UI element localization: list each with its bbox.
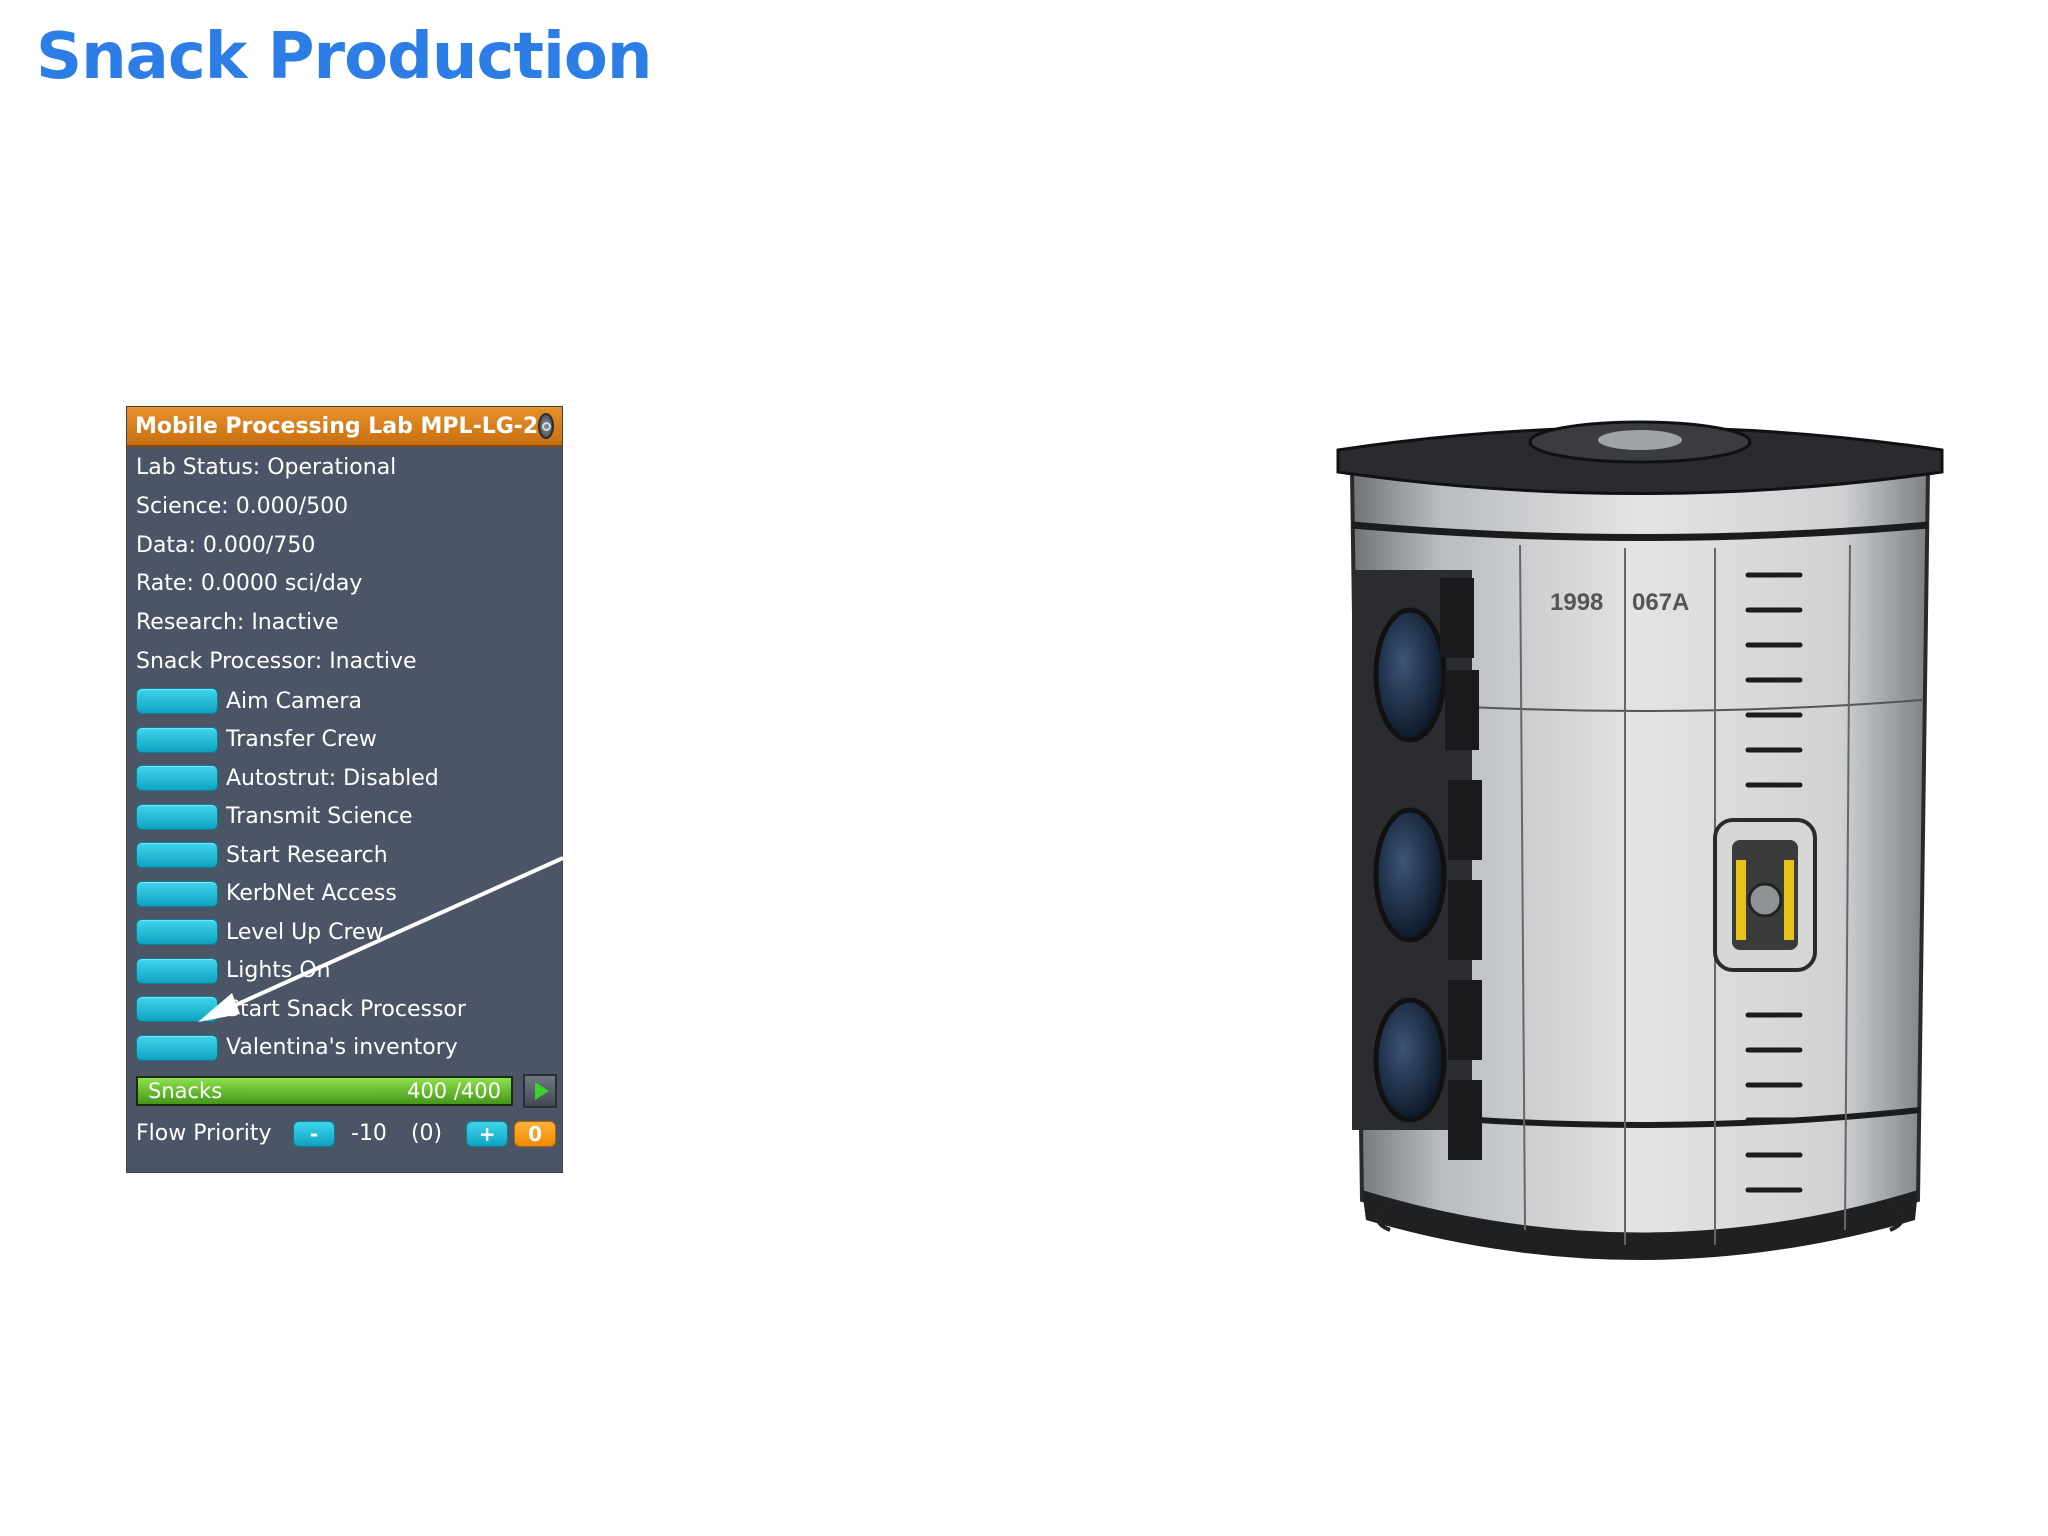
action-transfer-crew: Transfer Crew (127, 720, 562, 759)
aim-camera-button[interactable] (136, 688, 218, 715)
window-title: Mobile Processing Lab MPL-LG-2 (135, 413, 539, 439)
transfer-crew-button[interactable] (136, 726, 218, 753)
action-kerbnet-access: KerbNet Access (127, 874, 562, 913)
action-start-snack-processor: Start Snack Processor (127, 990, 562, 1029)
autostrut-button[interactable] (136, 765, 218, 792)
page-title: Snack Production (36, 20, 652, 94)
transmit-science-button[interactable] (136, 803, 218, 830)
rate-status: Rate: 0.0000 sci/day (136, 571, 363, 597)
action-aim-camera: Aim Camera (127, 682, 562, 721)
action-label: Aim Camera (226, 688, 362, 714)
priority-default: (0) (410, 1121, 443, 1147)
data-status: Data: 0.000/750 (136, 532, 316, 558)
play-icon[interactable] (523, 1073, 557, 1108)
window-header[interactable]: Mobile Processing Lab MPL-LG-2 (127, 407, 562, 447)
research-status: Research: Inactive (136, 610, 339, 636)
action-label: Autostrut: Disabled (226, 765, 439, 791)
inventory-button[interactable] (136, 1034, 218, 1061)
action-label: Start Snack Processor (226, 996, 466, 1022)
flow-priority-row: Flow Priority - -10 (0) + 0 (127, 1113, 562, 1155)
action-autostrut: Autostrut: Disabled (127, 759, 562, 798)
lights-on-button[interactable] (136, 957, 218, 984)
svg-text:1998: 1998 (1550, 589, 1603, 616)
increase-priority-button[interactable]: + (466, 1120, 509, 1147)
snack-processor-status: Snack Processor: Inactive (136, 648, 417, 674)
snacks-resource-bar[interactable]: Snacks 400 /400 (136, 1075, 513, 1106)
decrease-priority-button[interactable]: - (293, 1120, 335, 1147)
action-label: KerbNet Access (226, 881, 397, 907)
action-label: Transfer Crew (226, 727, 377, 753)
reset-priority-button[interactable]: 0 (514, 1120, 557, 1147)
action-inventory: Valentina's inventory (127, 1028, 562, 1067)
action-label: Level Up Crew (226, 919, 384, 945)
action-label: Valentina's inventory (226, 1035, 458, 1061)
resource-name: Snacks (148, 1078, 223, 1103)
science-status: Science: 0.000/500 (136, 493, 349, 519)
priority-value: -10 (351, 1121, 387, 1147)
action-transmit-science: Transmit Science (127, 797, 562, 836)
action-level-up-crew: Level Up Crew (127, 913, 562, 952)
action-lights-on: Lights On (127, 951, 562, 990)
lab-status: Lab Status: Operational (136, 455, 397, 480)
action-label: Transmit Science (226, 804, 413, 830)
kerbnet-access-button[interactable] (136, 880, 218, 907)
action-label: Start Research (226, 842, 388, 868)
close-icon[interactable] (538, 413, 554, 439)
resource-row: Snacks 400 /400 (127, 1069, 562, 1113)
action-start-research: Start Research (127, 836, 562, 875)
resource-amount: 400 /400 (407, 1078, 501, 1103)
level-up-crew-button[interactable] (136, 919, 218, 946)
action-list: Aim Camera Transfer Crew Autostrut: Disa… (127, 682, 562, 1067)
start-snack-processor-button[interactable] (136, 996, 218, 1023)
lab-module-image: 1998 067A (1336, 420, 1944, 1260)
svg-text:067A: 067A (1632, 589, 1689, 616)
flow-priority-label: Flow Priority (136, 1121, 272, 1147)
action-label: Lights On (226, 958, 331, 984)
status-section: Lab Status: Operational Science: 0.000/5… (127, 449, 562, 682)
start-research-button[interactable] (136, 842, 218, 869)
part-action-window: Mobile Processing Lab MPL-LG-2 Lab Statu… (126, 406, 563, 1173)
